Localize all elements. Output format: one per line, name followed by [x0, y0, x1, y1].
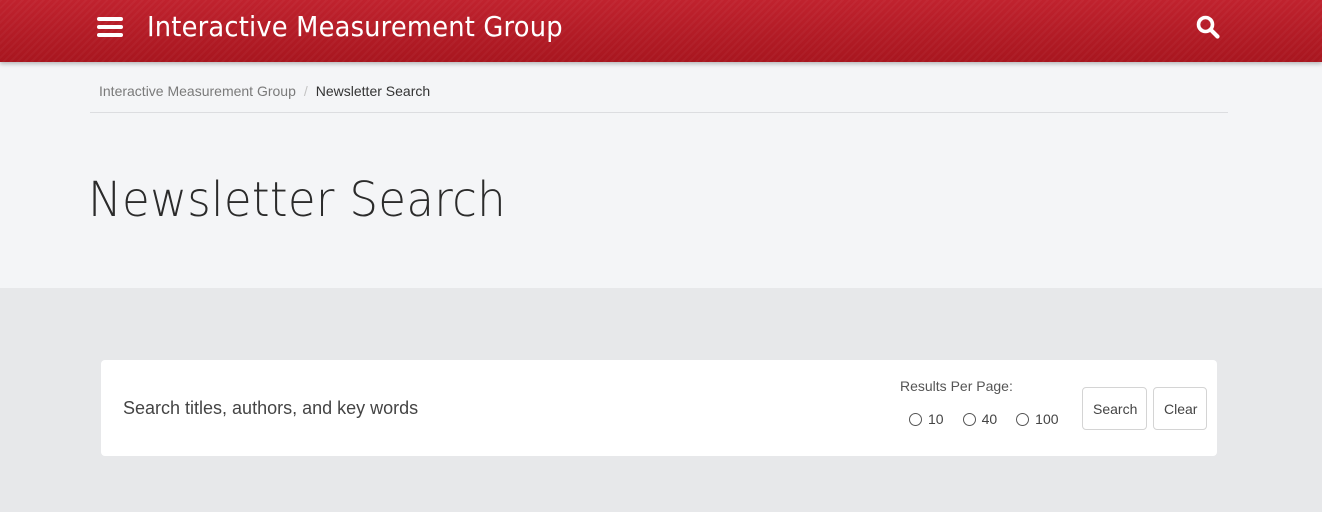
page-header-section: Interactive Measurement Group / Newsletter…	[0, 62, 1322, 288]
search-input[interactable]	[113, 388, 853, 428]
results-per-page-label: Results Per Page:	[900, 378, 1013, 394]
radio-button[interactable]	[1016, 412, 1030, 426]
radio-label: 10	[928, 411, 944, 427]
radio-button[interactable]	[962, 412, 976, 426]
clear-button[interactable]: Clear	[1153, 387, 1207, 430]
breadcrumb: Interactive Measurement Group / Newsletter…	[90, 76, 1228, 113]
search-icon[interactable]	[1195, 14, 1221, 40]
results-per-page-option-100[interactable]: 100	[1016, 411, 1059, 427]
hamburger-menu-icon[interactable]	[96, 14, 124, 40]
breadcrumb-item-home[interactable]: Interactive Measurement Group	[99, 83, 296, 99]
site-title[interactable]: Interactive Measurement Group	[147, 7, 563, 47]
search-button[interactable]: Search	[1082, 387, 1147, 430]
radio-label: 40	[981, 411, 998, 427]
radio-label: 100	[1035, 411, 1059, 427]
top-navbar: Interactive Measurement Group	[0, 0, 1322, 62]
radio-button[interactable]	[909, 412, 922, 426]
results-per-page-option-40[interactable]: 40	[962, 411, 998, 427]
results-per-page-option-10[interactable]: 10	[909, 411, 944, 427]
page-title: Newsletter Search	[88, 172, 507, 228]
breadcrumb-separator: /	[303, 83, 308, 99]
breadcrumb-item-current: Newsletter Search	[315, 83, 431, 99]
results-per-page-options: 10 40 100	[909, 409, 1078, 429]
search-panel: Results Per Page: 10 40 100 Search Clear	[101, 360, 1217, 456]
